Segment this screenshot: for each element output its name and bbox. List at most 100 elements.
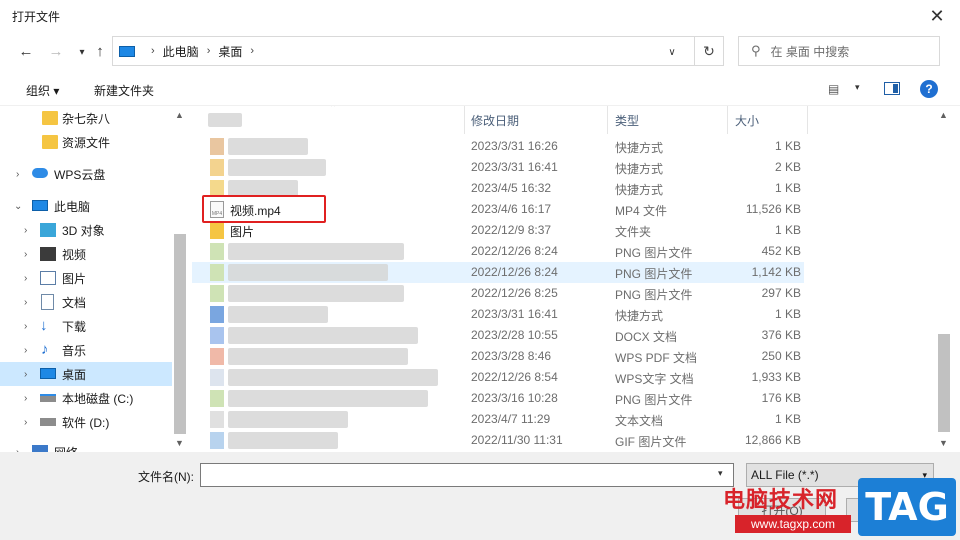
column-header-date[interactable]: 修改日期	[471, 106, 607, 134]
column-divider[interactable]	[727, 106, 728, 134]
file-row[interactable]: 图片 2022/12/9 8:37 文件夹 1 KB	[192, 220, 804, 241]
sidebar-item-network[interactable]: › 网络	[0, 440, 172, 452]
column-date-label: 修改日期	[471, 113, 520, 128]
filename-input[interactable]	[200, 463, 734, 487]
sidebar-item-label: WPS云盘	[54, 167, 106, 182]
file-date: 2023/4/6 16:17	[471, 202, 552, 216]
file-row[interactable]: 2023/2/28 10:55 DOCX 文档 376 KB	[192, 325, 804, 346]
file-type: 文件夹	[615, 225, 652, 239]
file-row[interactable]: 2022/11/30 11:31 GIF 图片文件 12,866 KB	[192, 430, 804, 451]
file-row[interactable]: 2023/3/28 8:46 WPS PDF 文档 250 KB	[192, 346, 804, 367]
title-bar: 打开文件 ✕	[0, 0, 960, 32]
file-row[interactable]: 2023/4/7 11:29 文本文档 1 KB	[192, 409, 804, 430]
address-bar[interactable]: › 此电脑 › 桌面 ›	[112, 36, 724, 66]
up-button[interactable]: ↑	[90, 41, 110, 61]
view-dropdown-icon[interactable]: ▾	[855, 82, 860, 93]
file-date: 2023/3/28 8:46	[471, 349, 552, 363]
file-date: 2023/3/31 16:41	[471, 307, 558, 321]
chevron-right-icon[interactable]: ›	[24, 321, 27, 332]
scroll-down-icon[interactable]: ▼	[939, 438, 948, 448]
column-divider[interactable]	[464, 106, 465, 134]
back-button[interactable]: ←	[16, 41, 36, 61]
file-row[interactable]: 2023/3/31 16:41 快捷方式 1 KB	[192, 304, 804, 325]
preview-pane-icon[interactable]	[884, 82, 900, 95]
sidebar-item-drive-d[interactable]: › 软件 (D:)	[0, 410, 172, 434]
sidebar-item-zaqizaba[interactable]: 杂七杂八	[0, 106, 172, 130]
blurred-filename	[228, 306, 328, 323]
file-list: ⌃ 修改日期 类型 大小 2023/3/31 16:26 快捷方式 1 KB 2023…	[192, 106, 936, 452]
file-list-scroll-thumb[interactable]	[938, 334, 950, 432]
breadcrumb-this-pc[interactable]: 此电脑	[163, 43, 199, 60]
sidebar-scroll-thumb[interactable]	[174, 234, 186, 434]
scroll-up-icon[interactable]: ▲	[175, 110, 184, 120]
file-size: 1,142 KB	[751, 265, 801, 279]
navigation-bar: ← → ▾ ↑ › 此电脑 › 桌面 › ∨ ↻ ⚲ 在 桌面 中搜索	[0, 32, 960, 70]
search-input[interactable]: ⚲ 在 桌面 中搜索	[738, 36, 940, 66]
recent-locations-dropdown[interactable]: ▾	[72, 42, 92, 62]
scroll-down-icon[interactable]: ▼	[175, 438, 184, 448]
chevron-right-icon[interactable]: ›	[24, 345, 27, 356]
file-size: 11,526 KB	[745, 202, 801, 216]
filename-dropdown-icon[interactable]: ▾	[718, 468, 723, 479]
cloud-icon	[32, 168, 48, 178]
network-icon	[32, 445, 48, 452]
blurred-filename	[228, 264, 388, 281]
blurred-filename	[228, 390, 428, 407]
sidebar-item-desktop[interactable]: › 桌面	[0, 362, 172, 386]
file-type: 快捷方式	[615, 162, 664, 176]
close-button[interactable]: ✕	[914, 0, 960, 32]
file-row[interactable]: 2022/12/26 8:54 WPS文字 文档 1,933 KB	[192, 367, 804, 388]
chevron-right-icon[interactable]: ›	[24, 393, 27, 404]
file-type: 快捷方式	[615, 309, 664, 323]
sidebar-item-this-pc[interactable]: ⌄ 此电脑	[0, 194, 172, 218]
chevron-right-icon[interactable]: ›	[16, 169, 19, 180]
sidebar-item-documents[interactable]: › 文档	[0, 290, 172, 314]
watermark-site-name: 电脑技术网	[723, 487, 839, 512]
chevron-down-icon[interactable]: ⌄	[14, 201, 22, 212]
help-icon[interactable]: ?	[920, 80, 938, 98]
file-size: 452 KB	[761, 244, 801, 258]
view-options-icon[interactable]: ▤	[828, 82, 839, 96]
sidebar-scrollbar[interactable]: ▲ ▼	[172, 106, 188, 452]
column-header-name[interactable]	[208, 106, 464, 134]
column-header-size[interactable]: 大小	[735, 106, 805, 134]
chevron-right-icon[interactable]: ›	[24, 297, 27, 308]
file-row[interactable]: 2022/12/26 8:24 PNG 图片文件 1,142 KB	[192, 262, 804, 283]
chevron-right-icon[interactable]: ›	[24, 417, 27, 428]
column-divider[interactable]	[607, 106, 608, 134]
search-icon: ⚲	[751, 43, 761, 58]
column-header-type[interactable]: 类型	[615, 106, 727, 134]
refresh-button[interactable]: ↻	[694, 36, 724, 66]
file-size: 1 KB	[774, 139, 801, 153]
column-type-label: 类型	[615, 113, 640, 128]
file-row[interactable]: 2023/3/31 16:41 快捷方式 2 KB	[192, 157, 804, 178]
organize-button[interactable]: 组织 ▾	[26, 82, 59, 99]
column-divider[interactable]	[807, 106, 808, 134]
scroll-up-icon[interactable]: ▲	[939, 110, 948, 120]
file-row[interactable]: 2022/12/26 8:24 PNG 图片文件 452 KB	[192, 241, 804, 262]
sidebar-item-videos[interactable]: › 视频	[0, 242, 172, 266]
sidebar-item-music[interactable]: › ♪ 音乐	[0, 338, 172, 362]
breadcrumb-desktop[interactable]: 桌面	[218, 43, 242, 60]
blurred-filename	[228, 432, 338, 449]
sidebar-item-wps-cloud[interactable]: › WPS云盘	[0, 162, 172, 186]
file-list-scrollbar[interactable]: ▲ ▼	[936, 106, 952, 452]
window-title: 打开文件	[12, 10, 61, 24]
chevron-right-icon[interactable]: ›	[24, 249, 27, 260]
chevron-right-icon[interactable]: ›	[24, 225, 27, 236]
sidebar-item-pictures[interactable]: › 图片	[0, 266, 172, 290]
file-row[interactable]: 2023/3/31 16:26 快捷方式 1 KB	[192, 136, 804, 157]
sidebar-item-3d-objects[interactable]: › 3D 对象	[0, 218, 172, 242]
chevron-right-icon[interactable]: ›	[24, 273, 27, 284]
new-folder-button[interactable]: 新建文件夹	[94, 82, 154, 99]
sidebar-item-ziyuan[interactable]: 资源文件	[0, 130, 172, 154]
file-row[interactable]: 2023/3/16 10:28 PNG 图片文件 176 KB	[192, 388, 804, 409]
chevron-right-icon[interactable]: ›	[24, 369, 27, 380]
sidebar-item-drive-c[interactable]: › 本地磁盘 (C:)	[0, 386, 172, 410]
forward-button[interactable]: →	[46, 41, 66, 61]
file-row[interactable]: 2022/12/26 8:25 PNG 图片文件 297 KB	[192, 283, 804, 304]
sidebar-item-downloads[interactable]: › ↓ 下载	[0, 314, 172, 338]
file-type: WPS文字 文档	[615, 372, 694, 386]
file-icon	[210, 411, 224, 428]
address-dropdown[interactable]: ∨	[662, 42, 682, 62]
